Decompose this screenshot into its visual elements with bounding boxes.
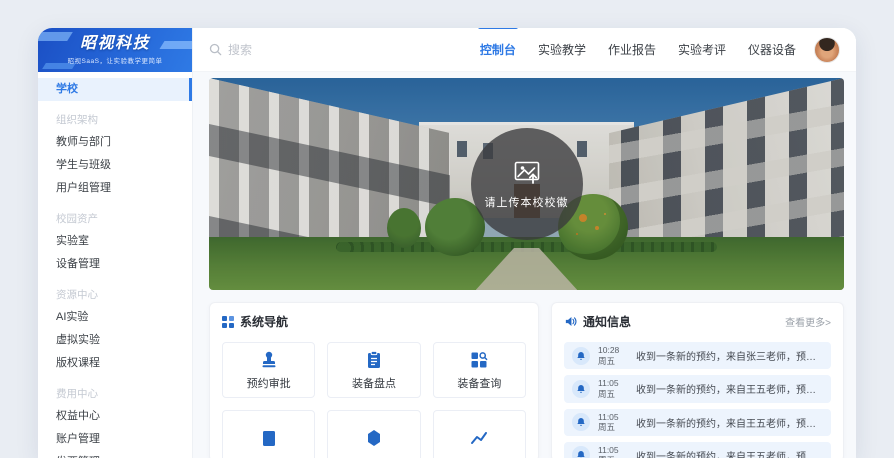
nav-card-grid: 预约审批: [222, 342, 526, 458]
top-navigation: 控制台 实验教学 作业报告 实验考评 仪器设备: [480, 41, 796, 58]
search-box[interactable]: [209, 43, 480, 57]
notification-time: 11:05周五: [598, 378, 628, 399]
panel-title: 通知信息: [583, 313, 779, 330]
view-more-link[interactable]: 查看更多>: [785, 314, 831, 329]
grid-icon: [222, 316, 234, 328]
upload-image-icon: [513, 158, 541, 186]
notification-text: 收到一条新的预约，来自王五老师，预约单号为：Y-0056，请尽快处理。: [636, 381, 823, 396]
nav-card-label: 装备盘点: [352, 375, 396, 391]
notification-item[interactable]: 10:28周五 收到一条新的预约，来自张三老师，预约单号为：Y-0044，请尽快…: [564, 342, 831, 369]
sidebar-item-lab[interactable]: 实验室: [38, 230, 192, 253]
notification-time: 11:05周五: [598, 445, 628, 458]
sidebar: 昭视科技 昭视SaaS，让实验教学更简单 学校 组织架构 教师与部门 学生与班级…: [38, 28, 193, 458]
tab-instruments[interactable]: 仪器设备: [748, 41, 796, 58]
tab-homework-reports[interactable]: 作业报告: [608, 41, 656, 58]
bell-icon: [572, 446, 590, 458]
bell-icon: [572, 380, 590, 398]
logo-decoration: [38, 32, 73, 41]
grid-search-icon: [469, 350, 489, 370]
sidebar-section-assets: 校园资产: [38, 200, 192, 230]
sidebar-menu: 学校 组织架构 教师与部门 学生与班级 用户组管理 校园资产 实验室 设备管理 …: [38, 72, 192, 458]
sidebar-section-org: 组织架构: [38, 101, 192, 131]
notification-time: 11:05周五: [598, 412, 628, 433]
tab-experiment-assessment[interactable]: 实验考评: [678, 41, 726, 58]
dashboard-panels: 系统导航 预约审批: [209, 302, 844, 458]
notification-text: 收到一条新的预约，来自王五老师，预约单号为：Y-0056，请尽快处理。: [636, 448, 823, 458]
notification-time: 10:28周五: [598, 345, 628, 366]
sidebar-item-device-management[interactable]: 设备管理: [38, 253, 192, 276]
sidebar-item-user-groups[interactable]: 用户组管理: [38, 177, 192, 200]
notification-text: 收到一条新的预约，来自王五老师，预约单号为：Y-0056，请尽快处理。: [636, 415, 823, 430]
nav-card-equipment-search[interactable]: 装备查询: [433, 342, 526, 398]
content-area: 请上传本校校徽: [193, 72, 856, 458]
sidebar-item-invoice-management[interactable]: 发票管理: [38, 451, 192, 458]
notification-item[interactable]: 11:05周五 收到一条新的预约，来自王五老师，预约单号为：Y-0056，请尽快…: [564, 409, 831, 436]
sidebar-item-students-classes[interactable]: 学生与班级: [38, 154, 192, 177]
chart-icon: [469, 428, 489, 448]
tab-console[interactable]: 控制台: [480, 41, 516, 58]
logo-slogan: 昭视SaaS，让实验教学更简单: [68, 55, 163, 65]
search-icon: [209, 43, 222, 56]
campus-banner-image: 请上传本校校徽: [209, 78, 844, 290]
report-icon: [259, 428, 279, 448]
sidebar-item-ai-experiment[interactable]: AI实验: [38, 306, 192, 329]
sidebar-section-resources: 资源中心: [38, 276, 192, 306]
speaker-icon: [564, 315, 577, 328]
panel-title: 系统导航: [240, 313, 526, 330]
search-input[interactable]: [228, 43, 388, 57]
sidebar-item-licensed-courses[interactable]: 版权课程: [38, 352, 192, 375]
notification-item[interactable]: 11:05周五 收到一条新的预约，来自王五老师，预约单号为：Y-0056，请尽快…: [564, 375, 831, 402]
sidebar-item-benefits-center[interactable]: 权益中心: [38, 405, 192, 428]
bell-icon: [572, 347, 590, 365]
tab-experiment-teaching[interactable]: 实验教学: [538, 41, 586, 58]
nav-card-partial[interactable]: [327, 410, 420, 458]
sidebar-item-account-management[interactable]: 账户管理: [38, 428, 192, 451]
stamp-icon: [259, 350, 279, 370]
sidebar-item-teachers-departments[interactable]: 教师与部门: [38, 131, 192, 154]
app-window: 昭视科技 昭视SaaS，让实验教学更简单 学校 组织架构 教师与部门 学生与班级…: [38, 28, 856, 458]
logo-decoration: [160, 41, 192, 49]
nav-card-label: 预约审批: [247, 375, 291, 391]
nav-card-partial[interactable]: [433, 410, 526, 458]
system-navigation-panel: 系统导航 预约审批: [209, 302, 539, 458]
nav-card-reservation-approval[interactable]: 预约审批: [222, 342, 315, 398]
logo-title: 昭视科技: [80, 36, 150, 52]
notification-text: 收到一条新的预约，来自张三老师，预约单号为：Y-0044，请尽快处理。: [636, 348, 823, 363]
sidebar-item-school[interactable]: 学校: [38, 78, 192, 101]
system-navigation-header: 系统导航: [222, 313, 526, 330]
box-icon: [364, 428, 384, 448]
topbar: 控制台 实验教学 作业报告 实验考评 仪器设备: [193, 28, 856, 72]
nav-card-label: 装备查询: [457, 375, 501, 391]
nav-card-equipment-inventory[interactable]: 装备盘点: [327, 342, 420, 398]
upload-school-badge-button[interactable]: 请上传本校校徽: [471, 128, 583, 240]
sidebar-section-billing: 费用中心: [38, 375, 192, 405]
sidebar-item-virtual-experiment[interactable]: 虚拟实验: [38, 329, 192, 352]
main-area: 控制台 实验教学 作业报告 实验考评 仪器设备: [193, 28, 856, 458]
bell-icon: [572, 413, 590, 431]
nav-card-partial[interactable]: [222, 410, 315, 458]
user-avatar[interactable]: [814, 37, 840, 63]
notification-header: 通知信息 查看更多>: [564, 313, 831, 330]
app-logo: 昭视科技 昭视SaaS，让实验教学更简单: [38, 28, 192, 72]
upload-hint-text: 请上传本校校徽: [485, 194, 569, 210]
notification-panel: 通知信息 查看更多> 10:28周五 收到一条新的预约，来自张三老师，预约单号为…: [551, 302, 844, 458]
clipboard-icon: [364, 350, 384, 370]
notification-item[interactable]: 11:05周五 收到一条新的预约，来自王五老师，预约单号为：Y-0056，请尽快…: [564, 442, 831, 458]
